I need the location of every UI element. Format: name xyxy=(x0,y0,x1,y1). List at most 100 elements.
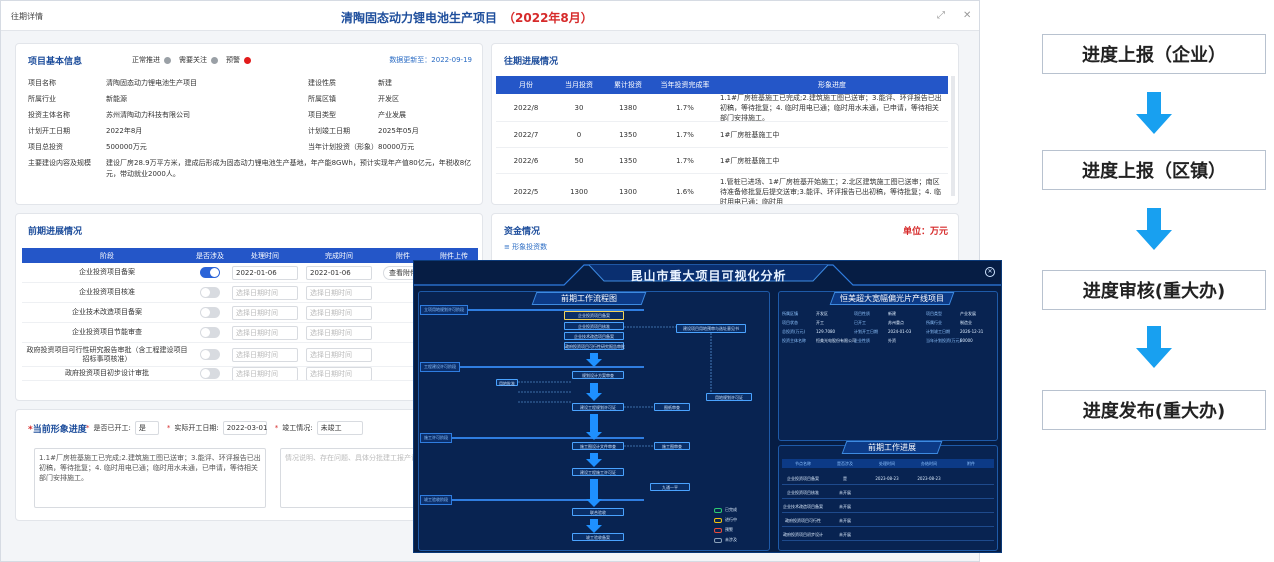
involved-toggle[interactable] xyxy=(200,349,220,360)
prework-toggle-cell xyxy=(192,368,228,379)
prework-end-cell: 选择日期时间 xyxy=(302,305,376,320)
prework-toggle-cell xyxy=(192,267,228,278)
prework-row: 政府投资项目可行性研究报告审批（含工程建设项目招标事项核准） 选择日期时间 选择日期… xyxy=(22,343,478,367)
start-date-input[interactable]: 选择日期时间 xyxy=(232,285,298,300)
basic-left-value: 苏州清陶动力科技有限公司 xyxy=(106,111,190,119)
start-date-input[interactable]: 选择日期时间 xyxy=(232,367,298,380)
dash-info-key: 企业性质 xyxy=(854,338,870,343)
expand-icon[interactable]: ⤢ xyxy=(937,10,945,21)
basic-right-row: 当年计划投资（形象）80000万元 xyxy=(308,142,414,152)
past-row: 2022/6 50 1350 1.7% 1#厂房桩基施工中 xyxy=(496,148,948,174)
dash-progress-cell: 企业投资项目备案 xyxy=(787,476,819,481)
dash-info-key: 已开工 xyxy=(854,320,866,325)
dash-progress-cell xyxy=(950,501,992,512)
col-progress: 形象进度 xyxy=(818,81,846,89)
past-scrollbar[interactable] xyxy=(951,76,955,196)
completed-label: 竣工情况: xyxy=(282,424,313,432)
dash-progress-head: 附件 xyxy=(967,461,975,466)
past-cell: 1.7% xyxy=(676,103,694,112)
dash-legend-label: 预警 xyxy=(725,527,733,532)
started-select[interactable]: 是 xyxy=(134,421,159,435)
dash-progress-cell xyxy=(866,501,908,512)
legend-attention-dot xyxy=(211,56,218,64)
funds-sub: ≡ 形象投资数 xyxy=(504,243,548,251)
past-cell: 2022/6 xyxy=(513,156,539,165)
basic-right-value: 80000万元 xyxy=(378,143,415,151)
project-title-text: 清陶固态动力锂电池生产项目 xyxy=(341,11,498,25)
dash-progress-row: 企业投资项目备案 是 2023-08-23 2023-08-23 xyxy=(782,473,994,485)
start-date-input[interactable]: 选择日期时间 xyxy=(232,347,298,362)
dash-info-value: 产业发展 xyxy=(960,311,976,316)
close-icon[interactable]: ✕ xyxy=(963,10,971,21)
past-cell: 1300 xyxy=(619,187,637,196)
step-publish: 进度发布(重大办) xyxy=(1042,390,1266,430)
past-progress-title: 往期进展情况 xyxy=(504,57,559,67)
prework-start-cell: 2022-01-06 xyxy=(228,265,302,280)
dash-progress-cell xyxy=(908,515,950,526)
project-panel-title: 恒美超大宽幅偏光片产线项目 xyxy=(829,292,955,305)
dash-legend-label: 未涉及 xyxy=(725,537,737,542)
status-legend: 正常推进 需要关注 预警 xyxy=(132,55,251,65)
dash-progress-head: 是否涉及 xyxy=(837,461,853,466)
basic-left-value: 2022年8月 xyxy=(106,127,143,135)
end-date-input[interactable]: 选择日期时间 xyxy=(306,367,372,380)
dash-info-value: 2024-01-03 xyxy=(888,329,912,334)
dash-progress-cell: 企业技术改造项目备案 xyxy=(783,504,823,509)
dash-info-value: 129.7080 xyxy=(816,329,836,334)
prework-end-cell: 选择日期时间 xyxy=(302,325,376,340)
past-cell: 1#厂房桩基施工中 xyxy=(720,156,780,165)
basic-left-row: 项目总投资 500000万元 xyxy=(28,142,147,152)
dash-progress-cell: 政府投资项目初步设计 xyxy=(783,532,823,537)
started-label: 是否已开工: xyxy=(93,424,131,432)
prework-row: 企业投资项目备案 2022-01-06 2022-01-06 查看附件 xyxy=(22,263,478,283)
prework-end-cell: 2022-01-06 xyxy=(302,265,376,280)
dash-progress-cell xyxy=(908,487,950,498)
involved-toggle[interactable] xyxy=(200,307,220,318)
end-date-input[interactable]: 选择日期时间 xyxy=(306,285,372,300)
basic-right-value: 新建 xyxy=(378,79,392,87)
dash-legend-item: 未涉及 xyxy=(714,535,758,545)
basic-right-row: 所属区镇 开发区 xyxy=(308,94,399,104)
dash-progress-cell xyxy=(866,529,908,540)
past-cell: 1350 xyxy=(619,130,637,139)
past-cell: 1300 xyxy=(570,187,588,196)
legend-warning: 预警 xyxy=(226,56,240,64)
involved-toggle[interactable] xyxy=(200,267,220,278)
completed-select[interactable]: 未竣工 xyxy=(316,421,363,435)
window-titlebar: 往期详情 清陶固态动力锂电池生产项目 （2022年8月） ⤢ ✕ xyxy=(1,1,979,31)
prework-row: 政府投资项目初步设计审批 选择日期时间 选择日期时间 xyxy=(22,367,478,381)
basic-left-row: 所属行业 新能源 xyxy=(28,94,127,104)
col-handle-time: 处理时间 xyxy=(251,251,279,260)
dash-progress-cell xyxy=(950,529,992,540)
start-date-input[interactable]: 2022-01-06 xyxy=(232,265,298,280)
involved-toggle[interactable] xyxy=(200,287,220,298)
end-date-input[interactable]: 选择日期时间 xyxy=(306,305,372,320)
involved-toggle[interactable] xyxy=(200,327,220,338)
end-date-input[interactable]: 选择日期时间 xyxy=(306,347,372,362)
current-progress-text[interactable]: 1.1#厂房桩基施工已完成;2.建筑施工图已送审；3.能评、环评报告已出初稿，等… xyxy=(34,448,266,508)
dash-progress-cell: 2023-08-23 xyxy=(917,476,941,481)
col-involved: 是否涉及 xyxy=(196,251,224,260)
prework-start-cell: 选择日期时间 xyxy=(228,325,302,340)
dashboard-close-icon[interactable]: ✕ xyxy=(985,267,995,277)
basic-right-key: 建设性质 xyxy=(308,79,336,87)
past-cell: 1.1#厂房桩基施工已完成;2.建筑施工图已送审；3.能评、环评报告已出初稿，等… xyxy=(720,94,942,122)
basic-left-value: 500000万元 xyxy=(106,143,147,151)
actual-date-input[interactable]: 2022-03-01 xyxy=(222,421,267,435)
end-date-input[interactable]: 2022-01-06 xyxy=(306,265,372,280)
start-date-input[interactable]: 选择日期时间 xyxy=(232,305,298,320)
dash-progress-header: 节点名称 是否涉及 处理时间 办结时间 附件 xyxy=(782,459,994,468)
involved-toggle[interactable] xyxy=(200,368,220,379)
start-date-input[interactable]: 选择日期时间 xyxy=(232,325,298,340)
basic-left-row: 投资主体名称 苏州清陶动力科技有限公司 xyxy=(28,110,190,120)
prework-row: 企业投资项目节能审查 选择日期时间 选择日期时间 xyxy=(22,323,478,343)
prework-table-header: 阶段 是否涉及 处理时间 完成时间 附件 附件上传 xyxy=(22,248,478,263)
past-row: 2022/7 0 1350 1.7% 1#厂房桩基施工中 xyxy=(496,122,948,148)
down-arrow-icon-1 xyxy=(1136,92,1172,134)
dash-info-key: 项目类型 xyxy=(926,311,942,316)
end-date-input[interactable]: 选择日期时间 xyxy=(306,325,372,340)
dash-info-value: 制造业 xyxy=(960,320,972,325)
prework-end-cell: 选择日期时间 xyxy=(302,347,376,362)
past-cell: 0 xyxy=(576,130,582,139)
down-arrow-icon-2 xyxy=(1136,208,1172,250)
